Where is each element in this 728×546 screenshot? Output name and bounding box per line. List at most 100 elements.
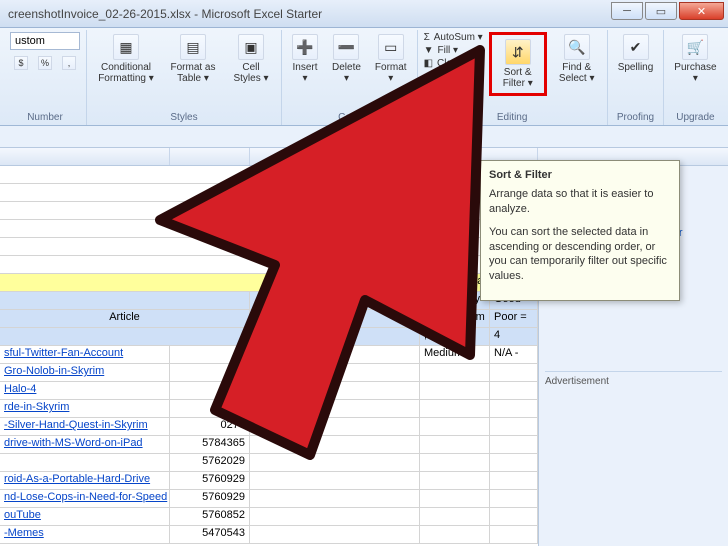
cell-rating[interactable] [490,454,538,471]
cell-value[interactable]: 356 [170,400,250,417]
article-link[interactable]: sful-Twitter-Fan-Account [4,347,123,359]
table-header-row2: Article = 1, Medium Poor = [0,310,538,328]
conditional-formatting-button[interactable]: ▦ Conditional Formatting ▾ [93,32,159,86]
comma-icon[interactable]: , [62,56,76,70]
cell-rating[interactable]: N/A - [490,346,538,363]
purchase-button[interactable]: 🛒 Purchase ▾ [670,32,720,86]
cell-difficulty[interactable] [420,400,490,417]
col-header-e[interactable]: E [250,148,370,165]
group-label-number: Number [27,112,63,125]
format-button[interactable]: ▭ Format ▾ [371,32,411,86]
cell-value[interactable]: 5760929 [170,472,250,489]
ribbon-group-upgrade: 🛒 Purchase ▾ Upgrade [664,30,726,125]
sort-filter-icon: ⇵ [505,39,531,65]
article-link[interactable]: roid-As-a-Portable-Hard-Drive [4,473,150,485]
cell-difficulty[interactable] [420,472,490,489]
cell-difficulty[interactable] [420,436,490,453]
group-label-proofing: Proofing [617,112,654,125]
table-row: sful-Twitter-Fan-Account MediumN/A - [0,346,538,364]
banner-row: e filled out as an evalu [0,274,538,292]
find-select-button[interactable]: 🔍 Find & Select ▾ [553,32,601,86]
cell-rating[interactable] [490,526,538,543]
sort-filter-tooltip: Sort & Filter Arrange data so that it is… [480,160,680,301]
insert-button[interactable]: ➕ Insert ▾ [288,32,322,86]
ribbon-group-editing: ΣAutoSum ▾ ▼Fill ▾ ◧Clear ▾ ⇵ Sort & Fil… [418,30,608,125]
tooltip-p1: Arrange data so that it is easier to ana… [489,187,671,217]
advertisement-label: Advertisement [545,371,722,387]
cell-rating[interactable] [490,364,538,381]
article-link[interactable]: Halo-4 [4,383,36,395]
ribbon-group-cells: ➕ Insert ▾ ➖ Delete ▾ ▭ Format ▾ Cells [282,30,418,125]
table-row: ouTube 5760852 [0,508,538,526]
currency-icon[interactable]: $ [14,56,28,70]
spelling-button[interactable]: ✔ Spelling [614,32,658,75]
col-header-f[interactable]: F [370,148,470,165]
sigma-icon: Σ [424,32,430,43]
cell-value[interactable] [170,364,250,381]
delete-icon: ➖ [333,34,359,60]
cell-value[interactable]: 5762029 [170,454,250,471]
conditional-formatting-icon: ▦ [113,34,139,60]
article-link[interactable]: rde-in-Skyrim [4,401,69,413]
minimize-button[interactable]: ─ [611,2,643,20]
cell-rating[interactable] [490,400,538,417]
article-link[interactable]: Gro-Nolob-in-Skyrim [4,365,104,377]
format-icon: ▭ [378,34,404,60]
format-as-table-icon: ▤ [180,34,206,60]
cell-value[interactable]: 5470543 [170,526,250,543]
delete-button[interactable]: ➖ Delete ▾ [328,32,365,86]
autosum-button[interactable]: ΣAutoSum ▾ [424,32,483,43]
cell-difficulty[interactable] [420,526,490,543]
sort-filter-button[interactable]: ⇵ Sort & Filter ▾ [494,37,542,91]
table-row: -Silver-Hand-Quest-in-Skyrim 0276 [0,418,538,436]
cell-difficulty[interactable] [420,418,490,435]
table-row: -Memes 5470543 [0,526,538,544]
cell-rating[interactable] [490,418,538,435]
article-link[interactable]: nd-Lose-Cops-in-Need-for-Speed [4,491,167,503]
cell-value[interactable]: 0276 [170,418,250,435]
article-link[interactable]: ouTube [4,509,41,521]
cell-difficulty[interactable] [420,490,490,507]
cell-value[interactable] [170,382,250,399]
group-label-styles: Styles [170,112,197,125]
ribbon-group-styles: ▦ Conditional Formatting ▾ ▤ Format as T… [87,30,282,125]
group-label-editing: Editing [497,112,528,125]
tooltip-p2: You can sort the selected data in ascend… [489,225,671,284]
cell-value[interactable]: 5760929 [170,490,250,507]
fill-button[interactable]: ▼Fill ▾ [424,45,483,56]
cell-rating[interactable] [490,508,538,525]
article-link[interactable]: -Silver-Hand-Quest-in-Skyrim [4,419,148,431]
sort-filter-highlight: ⇵ Sort & Filter ▾ [489,32,547,96]
cell-value[interactable] [170,346,250,363]
cell-rating[interactable] [490,382,538,399]
cell-styles-button[interactable]: ▣ Cell Styles ▾ [227,32,275,86]
maximize-button[interactable]: ▭ [645,2,677,20]
cell-difficulty[interactable]: Medium [420,346,490,363]
cell-value[interactable]: 5760852 [170,508,250,525]
formula-bar[interactable] [0,126,728,148]
number-format-select[interactable] [10,32,80,50]
cell-difficulty[interactable] [420,454,490,471]
format-as-table-button[interactable]: ▤ Format as Table ▾ [165,32,221,86]
cell-rating[interactable] [490,472,538,489]
article-link[interactable]: drive-with-MS-Word-on-iPad [4,437,143,449]
find-icon: 🔍 [564,34,590,60]
percent-icon[interactable]: % [38,56,52,70]
table-row: Gro-Nolob-in-Skyrim [0,364,538,382]
cell-rating[interactable] [490,490,538,507]
close-button[interactable]: ✕ [679,2,724,20]
table-header-row3: , Hard = 3 4 [0,328,538,346]
table-header-row: To Difficulty Good [0,292,538,310]
cell-difficulty[interactable] [420,382,490,399]
article-link[interactable]: -Memes [4,527,44,539]
cell-difficulty[interactable] [420,364,490,381]
cell-difficulty[interactable] [420,508,490,525]
clear-button[interactable]: ◧Clear ▾ [424,58,483,69]
col-header-b[interactable] [170,148,250,165]
table-row: nd-Lose-Cops-in-Need-for-Speed5760929 [0,490,538,508]
cell-value[interactable]: 5784365 [170,436,250,453]
ribbon-group-proofing: ✔ Spelling Proofing [608,30,665,125]
col-header-a[interactable] [0,148,170,165]
cell-rating[interactable] [490,436,538,453]
title-bar: creenshotInvoice_02-26-2015.xlsx - Micro… [0,0,728,28]
